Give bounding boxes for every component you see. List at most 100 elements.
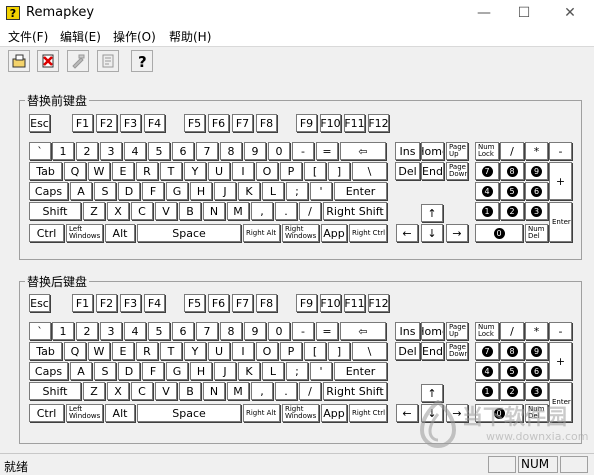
key-k[interactable]: K <box>238 182 260 200</box>
key-f11[interactable]: F11 <box>344 294 365 312</box>
key-n[interactable]: N <box>203 382 225 400</box>
key-page-down[interactable]: Page Down <box>446 342 468 360</box>
key-sym[interactable]: \ <box>352 162 387 180</box>
numpad-sym-key[interactable]: - <box>549 322 572 340</box>
key-e[interactable]: E <box>112 162 134 180</box>
numpad-2-key[interactable]: 2 <box>500 202 524 220</box>
key-left-windows[interactable]: Left Windows <box>66 224 103 242</box>
key-end[interactable]: End <box>421 162 444 180</box>
key-del[interactable]: Del <box>395 342 420 360</box>
key-7[interactable]: 7 <box>196 322 218 340</box>
numpad-5-key[interactable]: 5 <box>500 182 524 200</box>
key-sym[interactable]: - <box>292 142 314 160</box>
key-f3[interactable]: F3 <box>120 294 141 312</box>
arrow-right-key[interactable]: → <box>446 224 468 242</box>
key-sym[interactable]: ' <box>310 362 332 380</box>
key-sym[interactable]: . <box>275 382 297 400</box>
numpad-2-key[interactable]: 2 <box>500 382 524 400</box>
key-space[interactable]: Space <box>137 224 241 242</box>
key-enter[interactable]: Enter <box>334 362 387 380</box>
key-b[interactable]: B <box>179 382 201 400</box>
help-button[interactable]: ? <box>131 50 153 72</box>
key-y[interactable]: Y <box>184 162 206 180</box>
key-f4[interactable]: F4 <box>144 114 165 132</box>
key-j[interactable]: J <box>214 362 236 380</box>
key-sym[interactable]: [ <box>304 342 326 360</box>
key-c[interactable]: C <box>131 382 153 400</box>
key-i[interactable]: I <box>232 162 254 180</box>
key-right-windows[interactable]: Right Windows <box>282 224 319 242</box>
key-tab[interactable]: Tab <box>29 162 62 180</box>
key-6[interactable]: 6 <box>172 322 194 340</box>
key-z[interactable]: Z <box>83 382 105 400</box>
numpad-sym-key[interactable]: / <box>500 322 524 340</box>
key-sym[interactable]: ` <box>29 142 51 160</box>
arrow-up-key[interactable]: ↑ <box>421 204 443 222</box>
key-4[interactable]: 4 <box>124 322 146 340</box>
key-f5[interactable]: F5 <box>184 114 205 132</box>
key-f3[interactable]: F3 <box>120 114 141 132</box>
key-r[interactable]: R <box>136 162 158 180</box>
key-home[interactable]: Home <box>421 322 444 340</box>
key-1[interactable]: 1 <box>52 322 74 340</box>
numpad-9-key[interactable]: 9 <box>525 162 548 180</box>
key-del[interactable]: Del <box>395 162 420 180</box>
key-0[interactable]: 0 <box>268 142 290 160</box>
key-sym[interactable]: ] <box>328 342 350 360</box>
key-sym[interactable]: \ <box>352 342 387 360</box>
key-f12[interactable]: F12 <box>368 294 389 312</box>
key-f10[interactable]: F10 <box>320 114 341 132</box>
key-left-windows[interactable]: Left Windows <box>66 404 103 422</box>
key-ins[interactable]: Ins <box>395 322 420 340</box>
menu-edit[interactable]: 编辑(E) <box>60 28 101 45</box>
numpad-1-key[interactable]: 1 <box>475 202 499 220</box>
key-p[interactable]: P <box>280 162 302 180</box>
numpad-7-key[interactable]: 7 <box>475 162 499 180</box>
key-t[interactable]: T <box>160 342 182 360</box>
key-g[interactable]: G <box>166 362 188 380</box>
key-sym[interactable]: ⇦ <box>340 322 386 340</box>
key-d[interactable]: D <box>118 182 140 200</box>
key-sym[interactable]: . <box>275 202 297 220</box>
key-u[interactable]: U <box>208 162 230 180</box>
key-x[interactable]: X <box>107 202 129 220</box>
key-sym[interactable]: ] <box>328 162 350 180</box>
key-f2[interactable]: F2 <box>96 294 117 312</box>
numpad-sym-key[interactable]: * <box>525 322 548 340</box>
key-k[interactable]: K <box>238 362 260 380</box>
arrow-left-key[interactable]: ← <box>396 404 418 422</box>
key-7[interactable]: 7 <box>196 142 218 160</box>
key-sym[interactable]: / <box>299 202 321 220</box>
arrow-down-key[interactable]: ↓ <box>421 224 443 242</box>
key-sym[interactable]: ` <box>29 322 51 340</box>
key-6[interactable]: 6 <box>172 142 194 160</box>
key-m[interactable]: M <box>227 382 249 400</box>
key-alt[interactable]: Alt <box>105 224 135 242</box>
numpad-sym-key[interactable]: + <box>549 342 572 380</box>
key-z[interactable]: Z <box>83 202 105 220</box>
key-right-ctrl[interactable]: Right Ctrl <box>349 224 387 242</box>
key-c[interactable]: C <box>131 202 153 220</box>
key-f6[interactable]: F6 <box>208 114 229 132</box>
key-sym[interactable]: - <box>292 322 314 340</box>
key-page-up[interactable]: Page Up <box>446 322 468 340</box>
numpad-num-del-key[interactable]: Num Del <box>525 224 548 242</box>
key-f7[interactable]: F7 <box>232 294 253 312</box>
key-home[interactable]: Home <box>421 142 444 160</box>
key-2[interactable]: 2 <box>76 322 98 340</box>
key-j[interactable]: J <box>214 182 236 200</box>
key-l[interactable]: L <box>262 182 284 200</box>
key-u[interactable]: U <box>208 342 230 360</box>
key-e[interactable]: E <box>112 342 134 360</box>
key-f1[interactable]: F1 <box>72 114 93 132</box>
key-d[interactable]: D <box>118 362 140 380</box>
key-esc[interactable]: Esc <box>29 294 50 312</box>
key-3[interactable]: 3 <box>100 142 122 160</box>
key-f4[interactable]: F4 <box>144 294 165 312</box>
key-f6[interactable]: F6 <box>208 294 229 312</box>
key-sym[interactable]: [ <box>304 162 326 180</box>
key-x[interactable]: X <box>107 382 129 400</box>
numpad-num-lock-key[interactable]: Num Lock <box>475 142 499 160</box>
key-q[interactable]: Q <box>64 162 86 180</box>
key-right-windows[interactable]: Right Windows <box>282 404 319 422</box>
